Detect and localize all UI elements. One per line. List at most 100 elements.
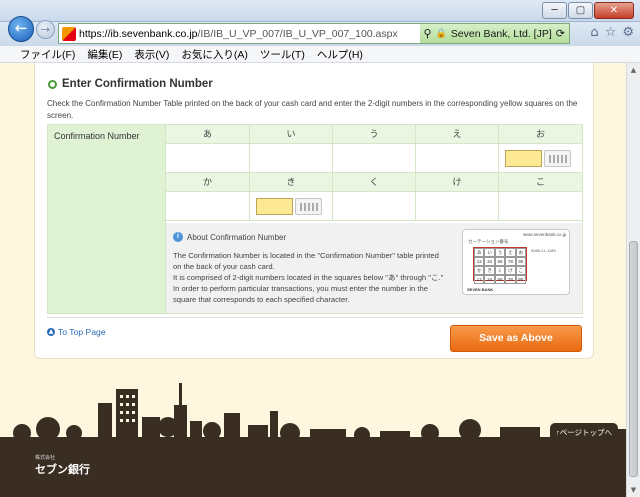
- divider: [47, 317, 583, 318]
- menu-item-file[interactable]: ファイル(F): [20, 47, 75, 62]
- site-footer: 株式会社 セブン銀行: [0, 443, 626, 497]
- url-path: /IB/IB_U_VP_007/IB_U_VP_007_100.aspx: [197, 27, 398, 40]
- menu-item-favorites[interactable]: お気に入り(A): [181, 47, 248, 62]
- value-cell: [499, 192, 582, 221]
- page-top-button[interactable]: ↑ページトップへ: [550, 423, 618, 443]
- about-line: The Confirmation Number is located in th…: [173, 251, 439, 260]
- confirmation-number-label: Confirmation Number: [48, 125, 166, 313]
- confirmation-input-o[interactable]: [505, 150, 542, 167]
- header-ku: く: [333, 173, 416, 192]
- card-cell: 90: [515, 275, 526, 284]
- url-host: https://ib.sevenbank.co.jp: [79, 27, 198, 40]
- value-cell: [333, 144, 416, 173]
- to-top-page-link[interactable]: ▲ To Top Page: [47, 327, 106, 337]
- card-number-table: あ い う え お 12 34 56 78 90 か き く け こ 12 34…: [473, 247, 527, 284]
- cash-card-back-image: www.sevenbank.co.jp カーテーション番号 あ い う え お …: [462, 229, 570, 295]
- software-keyboard-icon[interactable]: [544, 150, 571, 167]
- card-cell: う: [494, 248, 506, 257]
- value-cell: [250, 144, 333, 173]
- window-controls: ─ ▢ ✕: [542, 2, 634, 19]
- url-text: https://ib.sevenbank.co.jp/IB/IB_U_VP_00…: [79, 28, 398, 40]
- about-heading-text: About Confirmation Number: [187, 232, 287, 242]
- window-titlebar: ─ ▢ ✕: [0, 0, 640, 22]
- about-confirmation-panel: i About Confirmation Number The Confirma…: [166, 223, 582, 313]
- seven-bank-logo[interactable]: セブン銀行: [35, 461, 90, 477]
- lock-icon[interactable]: 🔒: [436, 29, 447, 39]
- to-top-page-text[interactable]: To Top Page: [58, 327, 106, 337]
- section-title-text: Enter Confirmation Number: [62, 78, 213, 90]
- header-ko: こ: [499, 173, 582, 192]
- about-body: The Confirmation Number is located in th…: [173, 250, 453, 305]
- page-viewport: Enter Confirmation Number Check the Conf…: [0, 63, 626, 497]
- card-brand: SEVEN BANK: [467, 287, 494, 292]
- card-cell: 12: [474, 275, 485, 284]
- browser-toolbar-icons: ⌂ ☆ ⚙: [590, 25, 634, 40]
- confirmation-grid: あ い う え お か き く け こ i About Confirmation…: [166, 125, 582, 313]
- card-cell: あ: [474, 248, 485, 257]
- search-icon[interactable]: ⚲: [424, 27, 432, 40]
- navigation-bar: ← → https://ib.sevenbank.co.jp/IB/IB_U_V…: [0, 16, 640, 46]
- software-keyboard-icon[interactable]: [295, 198, 322, 215]
- card-table-title: カーテーション番号: [468, 239, 509, 244]
- card-cell: 56: [494, 275, 506, 284]
- close-button[interactable]: ✕: [594, 2, 634, 19]
- favorites-icon[interactable]: ☆: [605, 25, 617, 40]
- header-i: い: [250, 125, 333, 144]
- value-cell: [416, 192, 499, 221]
- card-cell: 78: [505, 275, 516, 284]
- card-cell: え: [505, 248, 516, 257]
- card-cell: 90: [515, 257, 526, 266]
- card-cell: 34: [484, 275, 495, 284]
- card-bank-url: www.sevenbank.co.jp: [523, 232, 567, 237]
- certificate-name[interactable]: Seven Bank, Ltd. [JP]: [451, 28, 552, 40]
- about-line: In order to perform particular transacti…: [173, 284, 428, 293]
- menu-bar: ファイル(F) 編集(E) 表示(V) お気に入り(A) ツール(T) ヘルプ(…: [0, 46, 640, 63]
- card-cell: 12: [474, 257, 485, 266]
- header-u: う: [333, 125, 416, 144]
- scroll-thumb[interactable]: [629, 241, 638, 477]
- header-ka: か: [166, 173, 250, 192]
- header-row: あ い う え お: [166, 125, 582, 144]
- card-cell: お: [515, 248, 526, 257]
- card-cell: け: [505, 266, 516, 275]
- city-skyline-illustration: [0, 383, 626, 443]
- card-phone: 0088-21-1189: [531, 248, 556, 253]
- about-line: on the back of your cash card.: [173, 262, 275, 271]
- about-line: square that corresponds to each specifie…: [173, 295, 350, 304]
- forward-button[interactable]: →: [36, 20, 55, 39]
- minimize-button[interactable]: ─: [542, 2, 567, 19]
- footer-logo-caption: 株式会社: [35, 455, 56, 461]
- value-cell: [333, 192, 416, 221]
- menu-item-tools[interactable]: ツール(T): [260, 47, 305, 62]
- address-tools: ⚲ 🔒 Seven Bank, Ltd. [JP] ⟳: [419, 24, 569, 43]
- card-cell: か: [474, 266, 485, 275]
- maximize-button[interactable]: ▢: [568, 2, 593, 19]
- card-cell: き: [484, 266, 495, 275]
- value-cell: [416, 144, 499, 173]
- header-a: あ: [166, 125, 250, 144]
- refresh-icon[interactable]: ⟳: [556, 27, 565, 40]
- section-title: Enter Confirmation Number: [48, 78, 213, 90]
- about-line: It is comprised of 2-digit numbers locat…: [173, 273, 444, 282]
- content-card: Enter Confirmation Number Check the Conf…: [34, 63, 594, 359]
- card-cell: く: [494, 266, 506, 275]
- site-favicon-icon: [62, 26, 76, 41]
- scroll-up-arrow-icon[interactable]: ▲: [627, 63, 640, 77]
- instructions-line: Check the Confirmation Number Table prin…: [47, 99, 578, 120]
- card-cell: 56: [494, 257, 506, 266]
- menu-item-help[interactable]: ヘルプ(H): [317, 47, 363, 62]
- menu-item-edit[interactable]: 編集(E): [87, 47, 122, 62]
- address-bar[interactable]: https://ib.sevenbank.co.jp/IB/IB_U_VP_00…: [58, 23, 570, 44]
- confirmation-input-ki[interactable]: [256, 198, 293, 215]
- confirmation-table: Confirmation Number あ い う え お か き く け こ …: [47, 124, 583, 314]
- save-as-above-button[interactable]: Save as Above: [450, 325, 582, 352]
- scroll-down-arrow-icon[interactable]: ▼: [627, 483, 640, 497]
- menu-item-view[interactable]: 表示(V): [134, 47, 169, 62]
- header-ki: き: [250, 173, 333, 192]
- settings-icon[interactable]: ⚙: [622, 25, 634, 40]
- arrow-up-icon: ▲: [47, 328, 55, 336]
- value-cell: [166, 192, 250, 221]
- home-icon[interactable]: ⌂: [590, 25, 598, 40]
- vertical-scrollbar[interactable]: ▲ ▼: [626, 63, 640, 497]
- back-button[interactable]: ←: [8, 16, 34, 42]
